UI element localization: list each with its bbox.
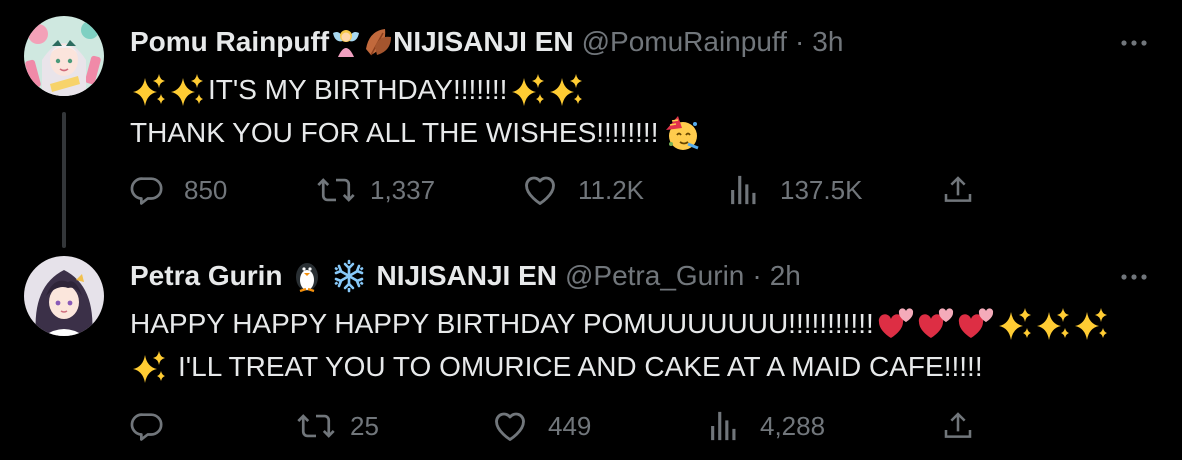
tweet-line-2: I'LL TREAT YOU TO OMURICE AND CAKE AT A …	[130, 345, 1110, 388]
more-dots-icon	[1121, 274, 1147, 280]
separator-dot: ·	[794, 26, 805, 57]
fairy-icon	[329, 25, 363, 59]
avatar-pomu[interactable]	[24, 16, 104, 96]
two-hearts-icon	[877, 306, 915, 342]
penguin-icon	[292, 259, 322, 293]
reply-icon	[130, 177, 163, 205]
user-handle[interactable]: @PomuRainpuff	[582, 26, 787, 58]
org-name[interactable]: NIJISANJI EN	[376, 260, 557, 292]
retweet-count: 1,337	[370, 174, 436, 205]
sparkles-icon	[997, 306, 1033, 342]
reply-count: 850	[184, 174, 228, 205]
views-button[interactable]: 137.5K	[728, 170, 862, 210]
share-icon	[944, 412, 972, 438]
sparkles-icon	[131, 349, 167, 385]
views-count: 137.5K	[780, 174, 863, 205]
tweet-petra[interactable]: Petra Gurin NIJISANJI EN @Petra_Gurin · …	[0, 240, 1182, 460]
heart-icon	[525, 176, 555, 205]
retweet-button[interactable]: 1,337	[316, 170, 435, 210]
more-options-button[interactable]	[1116, 262, 1152, 292]
tweet-actions: 25 449 4,288	[130, 406, 1182, 446]
separator-dot: ·	[752, 260, 762, 291]
display-name[interactable]: Pomu Rainpuff	[130, 26, 329, 58]
tweet-text: HAPPY HAPPY HAPPY BIRTHDAY POMUUUUUUU!!!…	[130, 302, 1110, 388]
views-button[interactable]: 4,288	[708, 406, 825, 446]
tweet-header: Petra Gurin NIJISANJI EN @Petra_Gurin · …	[130, 256, 801, 296]
thread-line	[62, 112, 66, 248]
tweet-pomu[interactable]: Pomu Rainpuff NIJISANJI EN @PomuRainpuff…	[0, 0, 1182, 248]
reply-button[interactable]: 850	[130, 170, 227, 210]
sparkles-icon	[1035, 306, 1071, 342]
sparkles-icon	[131, 72, 167, 108]
avatar-petra[interactable]	[24, 256, 104, 336]
org-name[interactable]: NIJISANJI EN	[393, 26, 574, 58]
more-options-button[interactable]	[1116, 28, 1152, 58]
sparkles-icon	[169, 72, 205, 108]
timestamp[interactable]: 2h	[770, 260, 801, 292]
share-icon	[944, 176, 972, 202]
tweet-actions: 850 1,337 11.2K 137.5K	[130, 170, 1182, 210]
two-hearts-icon	[917, 306, 955, 342]
tweet-line-text: THANK YOU FOR ALL THE WISHES!!!!!!!!	[130, 117, 659, 148]
tweet-header: Pomu Rainpuff NIJISANJI EN @PomuRainpuff…	[130, 22, 843, 62]
tweet-line-text: HAPPY HAPPY HAPPY BIRTHDAY POMUUUUUUU!!!…	[130, 308, 874, 339]
like-button[interactable]: 449	[492, 406, 591, 446]
like-count: 449	[548, 410, 592, 441]
retweet-icon	[317, 178, 355, 202]
sparkles-icon	[548, 72, 584, 108]
snowflake-icon	[332, 259, 366, 293]
user-handle[interactable]: @Petra_Gurin	[565, 260, 744, 292]
retweet-button[interactable]: 25	[296, 406, 379, 446]
heart-icon	[495, 412, 525, 441]
like-button[interactable]: 11.2K	[522, 170, 644, 210]
share-button[interactable]	[942, 170, 974, 210]
tweet-line-text: IT'S MY BIRTHDAY!!!!!!!	[208, 74, 508, 105]
tweet-line-1: HAPPY HAPPY HAPPY BIRTHDAY POMUUUUUUU!!!…	[130, 302, 1110, 345]
views-count: 4,288	[760, 410, 826, 441]
reply-icon	[130, 413, 163, 441]
tweet-line-2: THANK YOU FOR ALL THE WISHES!!!!!!!!	[130, 111, 701, 154]
share-button[interactable]	[942, 406, 974, 446]
tweet-line-1: IT'S MY BIRTHDAY!!!!!!!	[130, 68, 701, 111]
leaf-icon	[363, 25, 393, 59]
retweet-icon	[297, 414, 335, 438]
retweet-count: 25	[350, 410, 379, 441]
tweet-text: IT'S MY BIRTHDAY!!!!!!! THANK YOU FOR AL…	[130, 68, 701, 154]
reply-button[interactable]	[130, 406, 184, 446]
partying-face-icon	[662, 114, 700, 152]
sparkles-icon	[510, 72, 546, 108]
views-icon	[711, 411, 736, 441]
display-name[interactable]: Petra Gurin	[130, 260, 282, 292]
views-icon	[731, 175, 756, 205]
two-hearts-icon	[957, 306, 995, 342]
more-dots-icon	[1121, 40, 1147, 46]
timestamp[interactable]: 3h	[812, 26, 843, 58]
sparkles-icon	[1073, 306, 1109, 342]
like-count: 11.2K	[578, 174, 645, 205]
tweet-line-text: I'LL TREAT YOU TO OMURICE AND CAKE AT A …	[178, 351, 983, 382]
